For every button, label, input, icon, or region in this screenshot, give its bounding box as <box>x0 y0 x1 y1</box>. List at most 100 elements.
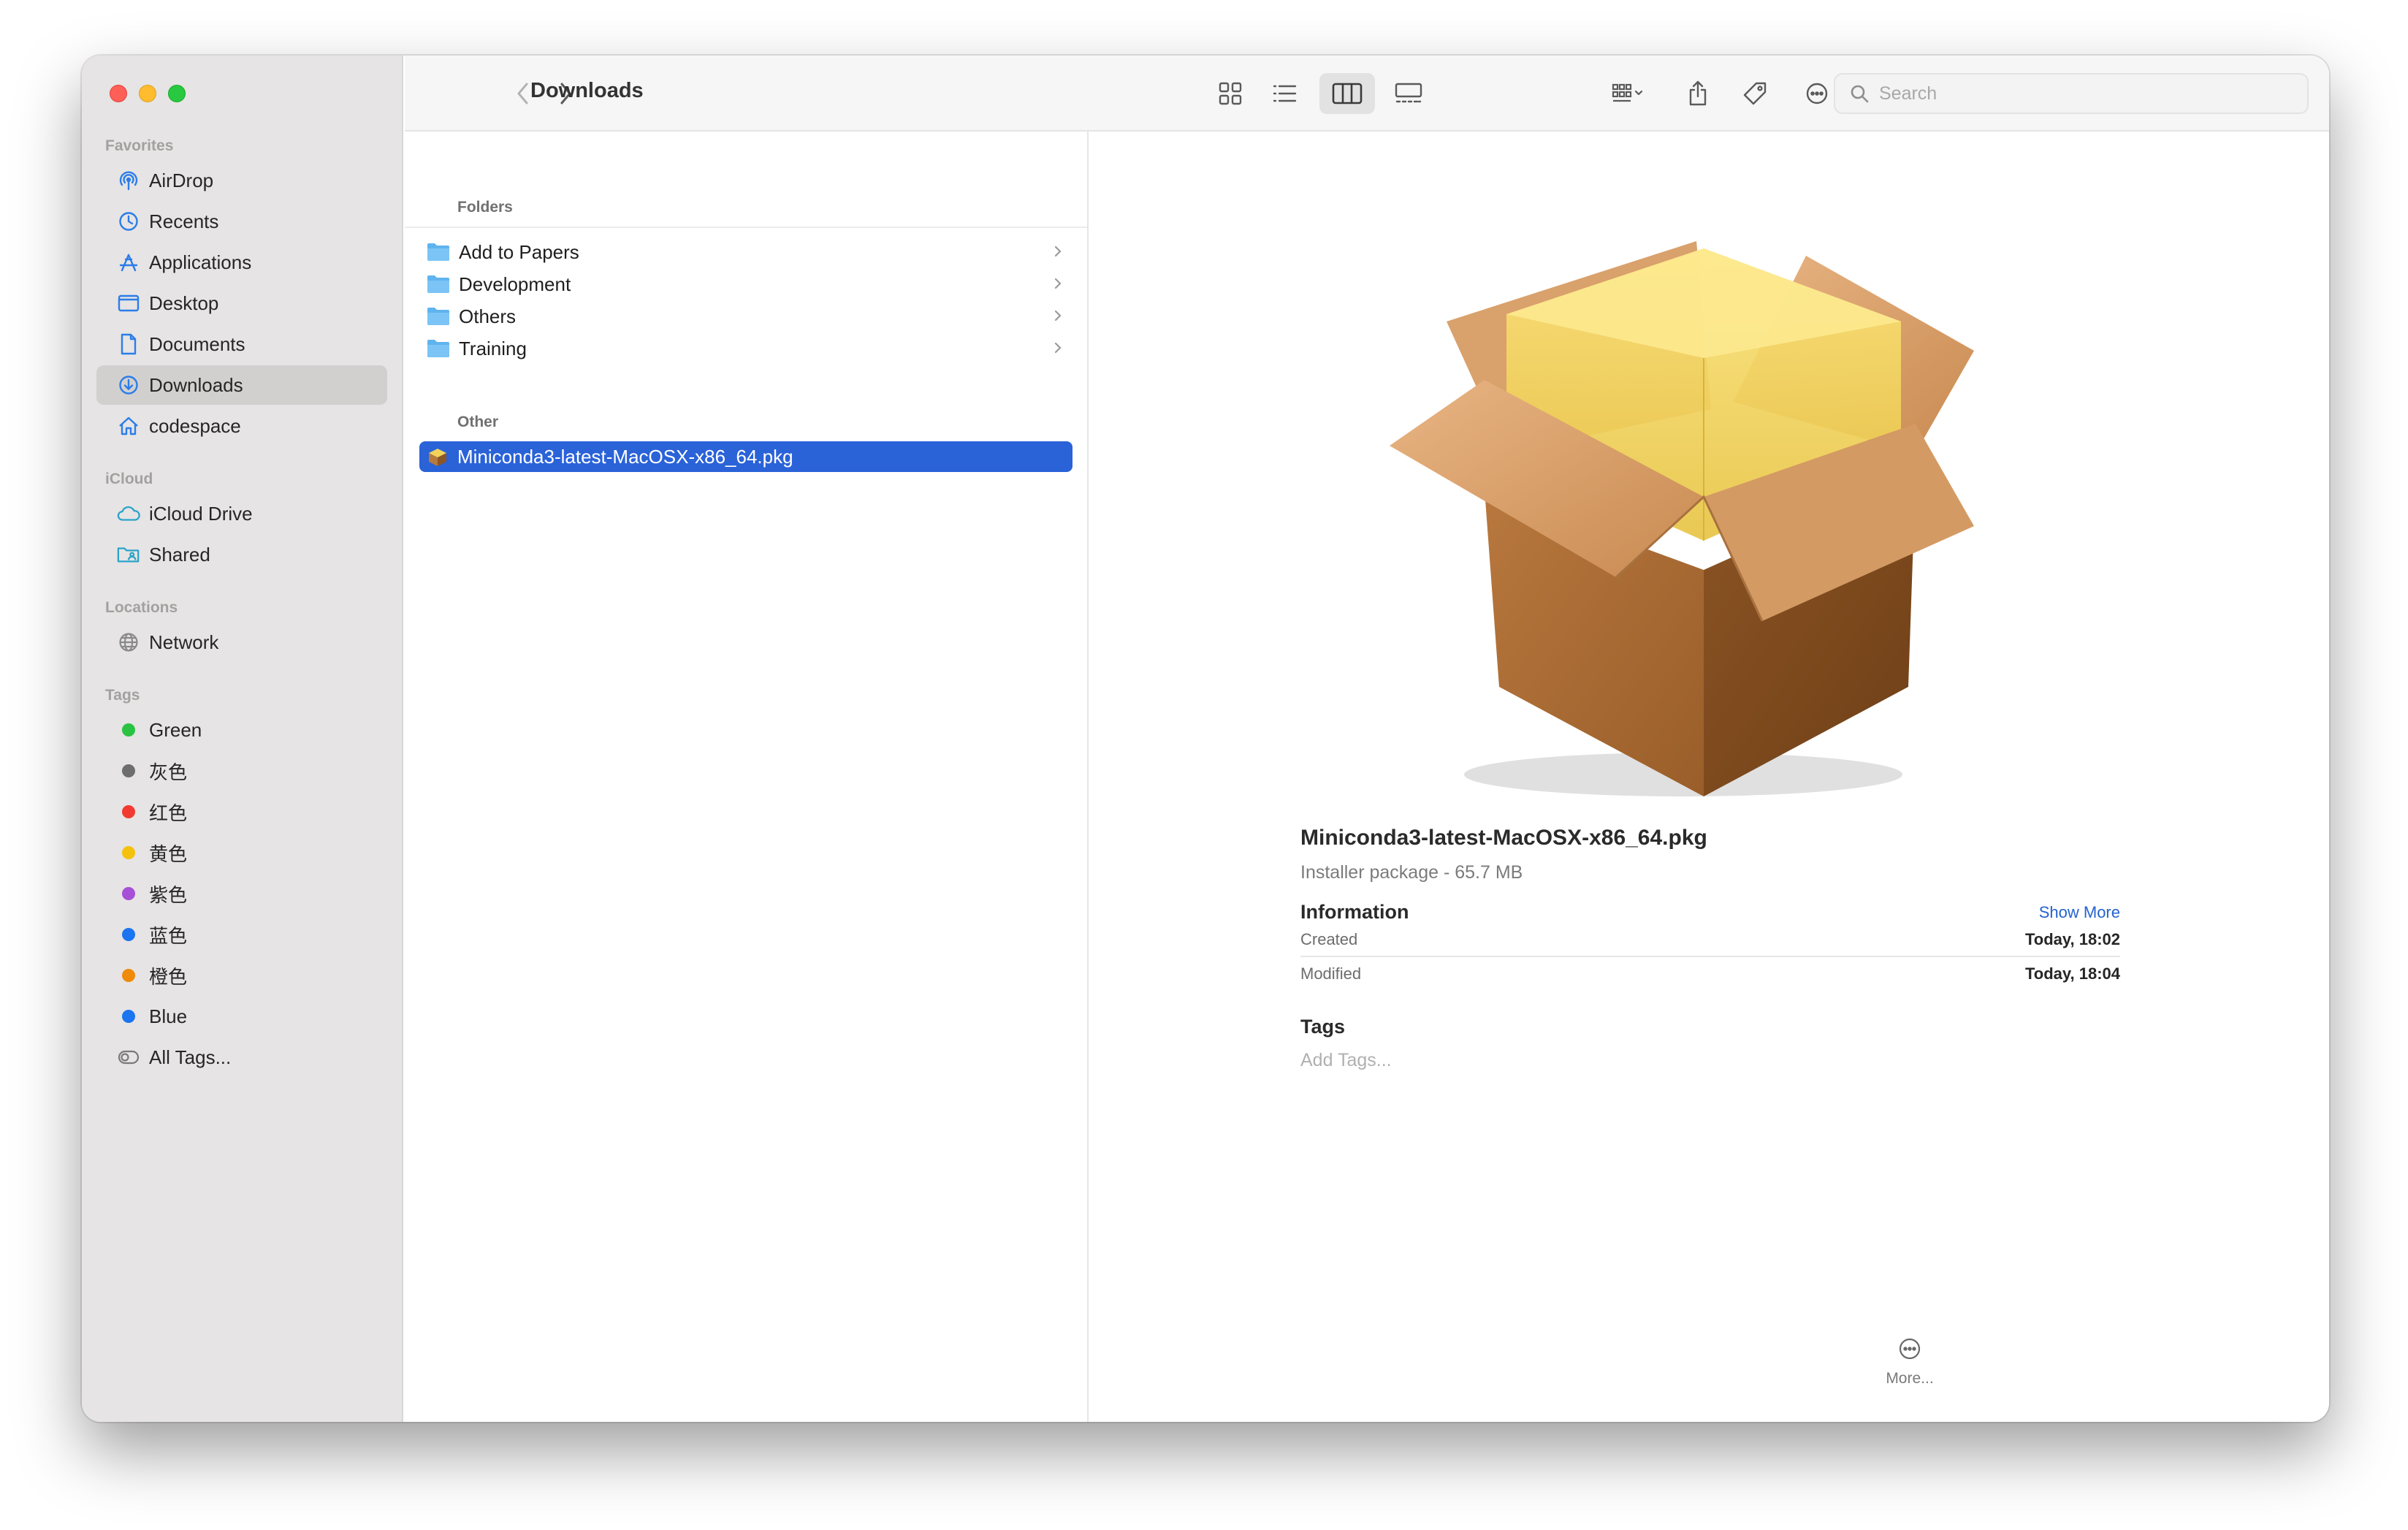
folder-icon <box>427 275 449 293</box>
search-icon <box>1851 85 1869 103</box>
minimize-button[interactable] <box>139 85 156 102</box>
folder-icon <box>427 340 449 357</box>
folder-row-training[interactable]: Training <box>419 333 1072 364</box>
sidebar-tag-gray[interactable]: 灰色 <box>96 751 387 791</box>
folder-icon <box>427 243 449 261</box>
package-preview-icon <box>1390 241 1974 796</box>
all-tags-icon <box>117 1046 140 1069</box>
modified-label: Modified <box>1300 964 1362 983</box>
folder-row-others[interactable]: Others <box>419 301 1072 332</box>
search-field[interactable] <box>1834 73 2309 114</box>
columns-icon <box>1332 83 1363 104</box>
document-icon <box>117 332 140 356</box>
sidebar-tag-blue[interactable]: Blue <box>96 997 387 1036</box>
gallery-icon <box>1395 83 1422 103</box>
sidebar-item-recents[interactable]: Recents <box>96 202 387 241</box>
folder-row-add-to-papers[interactable]: Add to Papers <box>419 237 1072 267</box>
sidebar-item-documents[interactable]: Documents <box>96 324 387 364</box>
sidebar-tag-yellow[interactable]: 黄色 <box>96 833 387 872</box>
share-button[interactable] <box>1677 73 1718 114</box>
sidebar-item-label: Downloads <box>149 373 243 396</box>
tag-button[interactable] <box>1734 73 1775 114</box>
sidebar: Favorites AirDrop Recents Applications D… <box>82 56 403 1422</box>
tags-title: Tags <box>1300 1016 1346 1038</box>
toolbar: Downloads <box>405 56 2329 132</box>
add-tags-field[interactable]: Add Tags... <box>1300 1050 2120 1071</box>
group-by-button[interactable] <box>1597 73 1658 114</box>
tag-color-dot <box>122 805 135 818</box>
cloud-icon <box>117 502 140 525</box>
chevron-left-icon <box>517 83 528 104</box>
sidebar-item-network[interactable]: Network <box>96 623 387 662</box>
information-header: Information Show More <box>1300 901 2120 924</box>
sidebar-item-codespace[interactable]: codespace <box>96 406 387 446</box>
sidebar-item-label: Shared <box>149 543 210 566</box>
sidebar-tag-purple[interactable]: 紫色 <box>96 874 387 913</box>
sidebar-tag-red[interactable]: 红色 <box>96 792 387 831</box>
file-row-miniconda-pkg[interactable]: Miniconda3-latest-MacOSX-x86_64.pkg <box>419 441 1072 472</box>
shared-folder-icon <box>117 543 140 566</box>
chevron-right-icon <box>1054 278 1062 289</box>
tag-color-dot <box>122 928 135 941</box>
home-icon <box>117 414 140 438</box>
column-view-button[interactable] <box>1319 73 1375 114</box>
sidebar-tag-orange[interactable]: 橙色 <box>96 956 387 995</box>
modified-row: Modified Today, 18:04 <box>1300 957 2120 991</box>
tag-color-dot <box>122 887 135 900</box>
chevron-right-icon <box>1054 310 1062 321</box>
tag-color-dot <box>122 764 135 777</box>
sidebar-item-shared[interactable]: Shared <box>96 535 387 574</box>
sidebar-section-favorites: Favorites <box>105 137 174 154</box>
sidebar-section-tags: Tags <box>105 687 140 704</box>
sidebar-item-label: 橙色 <box>149 965 188 988</box>
grid-icon <box>1219 82 1242 105</box>
close-button[interactable] <box>110 85 127 102</box>
sidebar-item-desktop[interactable]: Desktop <box>96 283 387 323</box>
sidebar-item-downloads[interactable]: Downloads <box>96 365 387 405</box>
folder-name: Add to Papers <box>459 240 579 263</box>
share-icon <box>1689 80 1707 106</box>
folder-name: Training <box>459 337 527 359</box>
download-icon <box>117 373 140 397</box>
sidebar-tag-green[interactable]: Green <box>96 710 387 750</box>
sidebar-item-airdrop[interactable]: AirDrop <box>96 161 387 200</box>
more-label: More... <box>1886 1370 1934 1387</box>
sidebar-item-applications[interactable]: Applications <box>96 243 387 282</box>
information-title: Information <box>1300 901 1409 923</box>
sidebar-tag-blue-cn[interactable]: 蓝色 <box>96 915 387 954</box>
sidebar-item-label: codespace <box>149 414 241 437</box>
divider <box>405 227 1087 228</box>
list-icon <box>1273 85 1297 102</box>
created-row: Created Today, 18:02 <box>1300 924 2120 957</box>
tag-icon <box>1743 82 1767 105</box>
sidebar-item-label: AirDrop <box>149 169 214 191</box>
sidebar-item-label: 灰色 <box>149 761 188 783</box>
file-info: Miniconda3-latest-MacOSX-x86_64.pkg Inst… <box>1300 826 2120 1071</box>
sidebar-section-icloud: iCloud <box>105 471 153 487</box>
preview-file-name: Miniconda3-latest-MacOSX-x86_64.pkg <box>1300 826 1707 850</box>
other-heading: Other <box>457 414 499 430</box>
folder-row-development[interactable]: Development <box>419 269 1072 300</box>
file-name: Miniconda3-latest-MacOSX-x86_64.pkg <box>457 445 793 468</box>
zoom-button[interactable] <box>168 85 186 102</box>
more-button[interactable]: More... <box>1866 1337 1954 1388</box>
tag-color-dot <box>122 1010 135 1023</box>
chevron-right-icon <box>1054 246 1062 257</box>
gallery-view-button[interactable] <box>1385 73 1432 114</box>
sidebar-item-label: 黄色 <box>149 842 188 865</box>
show-more-link[interactable]: Show More <box>2039 903 2120 922</box>
sidebar-item-label: 红色 <box>149 802 188 824</box>
created-label: Created <box>1300 930 1358 948</box>
icon-view-button[interactable] <box>1208 73 1252 114</box>
search-input[interactable] <box>1879 83 2288 104</box>
window-title: Downloads <box>530 79 644 102</box>
folder-icon <box>427 308 449 325</box>
sidebar-item-label: iCloud Drive <box>149 502 253 525</box>
sidebar-item-all-tags[interactable]: All Tags... <box>96 1038 387 1077</box>
desktop-icon <box>117 292 140 315</box>
sidebar-item-label: 紫色 <box>149 883 188 906</box>
tag-color-dot <box>122 969 135 982</box>
sidebar-item-icloud-drive[interactable]: iCloud Drive <box>96 494 387 533</box>
list-view-button[interactable] <box>1262 73 1306 114</box>
column-pane: Folders Add to Papers Development Others <box>405 132 1089 1422</box>
